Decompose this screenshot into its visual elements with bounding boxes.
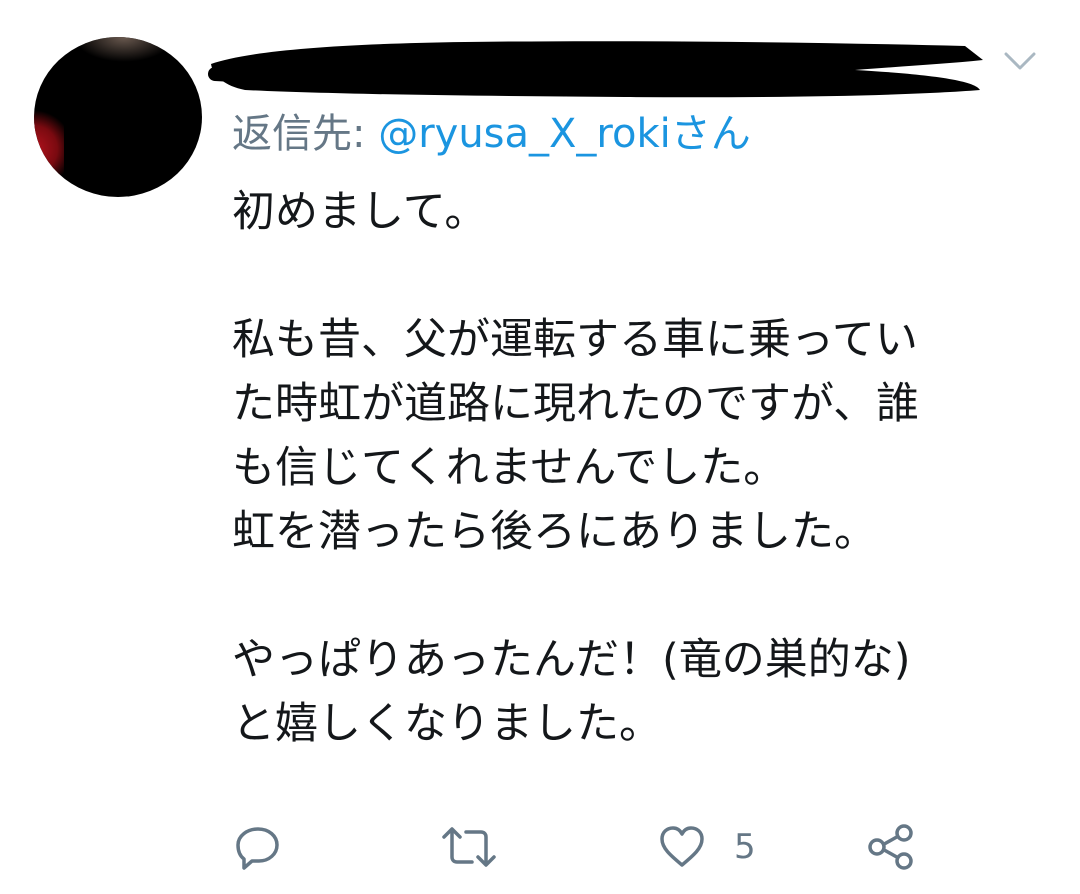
reply-button[interactable] (234, 812, 282, 882)
reply-icon (236, 827, 279, 870)
avatar[interactable] (34, 37, 202, 197)
heart-icon (660, 826, 704, 867)
tweet-line: も信じてくれませんでした。 (232, 443, 787, 493)
retweet-button[interactable] (440, 812, 498, 882)
share-button[interactable] (866, 812, 916, 882)
like-button[interactable]: 5 (658, 812, 756, 882)
tweet-actions: 5 (0, 812, 1080, 882)
like-count: 5 (734, 827, 756, 867)
tweet-line: 虹を潜ったら後ろにありました。 (232, 507, 877, 557)
chevron-down-icon[interactable] (1000, 46, 1040, 76)
tweet-text: 初めまして。 私も昔、父が運転する車に乗ってい た時虹が道路に現れたのですが、誰… (232, 180, 1062, 756)
reply-to-prefix: 返信先: (232, 111, 379, 157)
tweet-line: 私も昔、父が運転する車に乗ってい (232, 315, 918, 365)
redacted-username (208, 41, 983, 98)
reply-to-suffix: さん (670, 111, 751, 157)
retweet-icon (442, 827, 496, 867)
tweet-line: 初めまして。 (232, 187, 488, 237)
share-icon (868, 824, 913, 870)
tweet-line: た時虹が道路に現れたのですが、誰 (232, 379, 920, 429)
avatar-top-detail (74, 37, 174, 62)
avatar-edge-detail (34, 107, 64, 177)
tweet-line: やっぱりあったんだ！(竜の巣的な) (232, 635, 911, 685)
reply-to-label: 返信先: @ryusa_X_rokiさん (232, 104, 751, 164)
reply-to-mention-link[interactable]: @ryusa_X_roki (378, 111, 671, 157)
tweet-line: と嬉しくなりました。 (232, 699, 662, 749)
